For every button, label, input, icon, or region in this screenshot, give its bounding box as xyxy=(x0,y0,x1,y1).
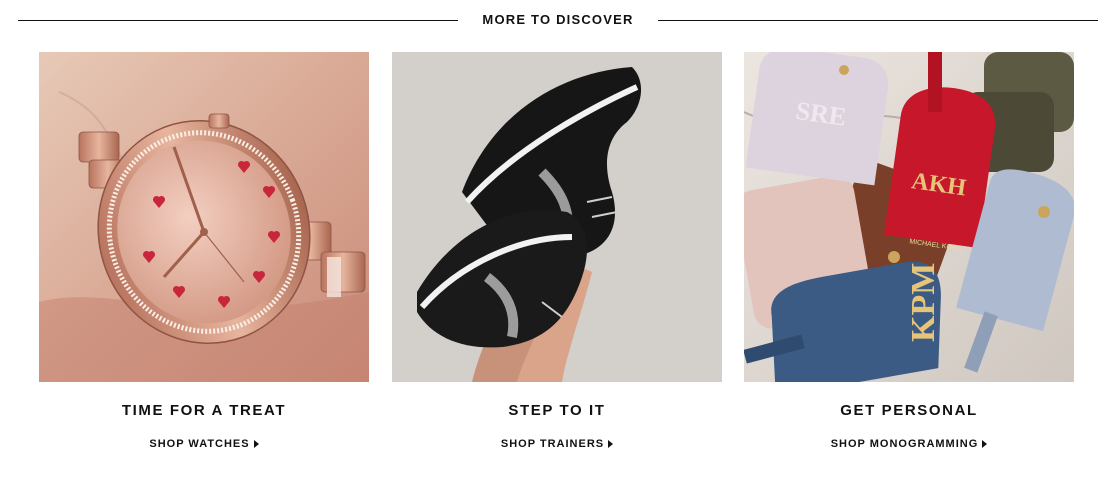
watch-image xyxy=(39,52,369,382)
section-title: MORE TO DISCOVER xyxy=(482,12,634,27)
divider-left xyxy=(18,20,458,21)
trainers-image xyxy=(392,52,722,382)
promo-card-watches: TIME FOR A TREAT SHOP WATCHES xyxy=(39,52,369,451)
promo-image-watch[interactable] xyxy=(39,52,369,382)
monogram-kpm: KPM xyxy=(905,263,942,342)
section-header: MORE TO DISCOVER xyxy=(18,10,1098,30)
shop-watches-link[interactable]: SHOP WATCHES xyxy=(149,437,259,451)
luggage-tags-image: SRE AKH KPM MICHAEL KORS xyxy=(744,52,1074,382)
promo-image-luggage-tags[interactable]: SRE AKH KPM MICHAEL KORS xyxy=(744,52,1074,382)
shop-trainers-link[interactable]: SHOP TRAINERS xyxy=(500,437,614,451)
promo-card-trainers: STEP TO IT SHOP TRAINERS xyxy=(392,52,722,451)
promo-image-trainers[interactable] xyxy=(392,52,722,382)
caret-right-icon xyxy=(982,440,988,448)
card-title: TIME FOR A TREAT xyxy=(121,402,287,419)
caret-right-icon xyxy=(608,440,614,448)
shop-monogramming-link[interactable]: SHOP MONOGRAMMING xyxy=(831,437,988,451)
link-label: SHOP WATCHES xyxy=(149,438,250,450)
divider-right xyxy=(658,20,1098,21)
card-title: GET PERSONAL xyxy=(840,402,978,419)
caret-right-icon xyxy=(253,440,259,448)
link-label: SHOP MONOGRAMMING xyxy=(830,438,979,450)
promo-card-monogramming: SRE AKH KPM MICHAEL KORS GET PERSONAL SH… xyxy=(744,52,1074,451)
link-label: SHOP TRAINERS xyxy=(500,438,605,450)
card-title: STEP TO IT xyxy=(508,402,606,419)
